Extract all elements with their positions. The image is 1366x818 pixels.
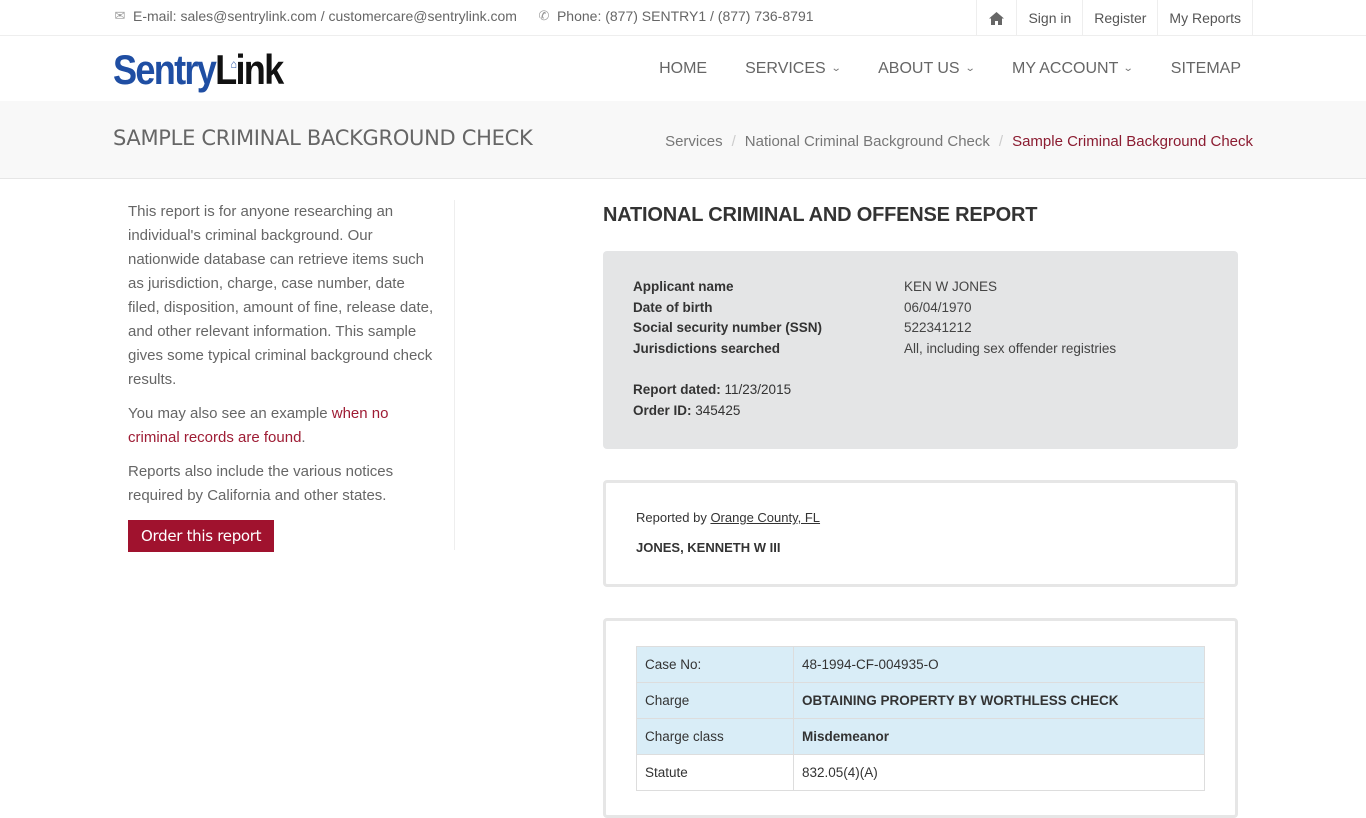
home-link[interactable]	[977, 0, 1018, 36]
summary-label: Applicant name	[633, 279, 734, 294]
record-value: 48-1994-CF-004935-O	[793, 646, 1205, 683]
wifi-icon: ⌂	[230, 57, 237, 71]
phone-text[interactable]: Phone: (877) SENTRY1 / (877) 736-8791	[557, 8, 814, 24]
order-id-label: Order ID:	[633, 403, 692, 418]
logo-part-sentry: Sentry	[113, 46, 217, 93]
summary-row: Jurisdictions searched All, including sex…	[633, 339, 1208, 360]
nav-services[interactable]: SERVICES ⌄	[745, 59, 842, 78]
account-links: Sign in Register My Reports	[976, 0, 1253, 36]
nav-home-label: HOME	[659, 59, 708, 77]
register-link[interactable]: Register	[1083, 0, 1159, 36]
table-row: Case No: 48-1994-CF-004935-O	[636, 646, 1205, 683]
nav-about-us[interactable]: ABOUT US ⌄	[878, 59, 976, 78]
summary-value: KEN W JONES	[904, 279, 998, 294]
record-label: Charge	[636, 682, 794, 719]
reporting-agency-card: Reported by Orange County, FL JONES, KEN…	[603, 480, 1238, 587]
phone-icon: ✆	[538, 8, 550, 23]
breadcrumb: Services / National Criminal Background …	[665, 133, 1253, 150]
nav-home[interactable]: HOME	[659, 60, 707, 78]
nav-about-label: ABOUT US	[878, 59, 960, 77]
record-label: Case No:	[636, 646, 794, 683]
example-text: You may also see an example when no crim…	[128, 402, 438, 450]
record-card: Case No: 48-1994-CF-004935-O Charge OBTAINI…	[603, 618, 1238, 818]
breadcrumb-national-check[interactable]: National Criminal Background Check	[745, 133, 990, 150]
nav-sitemap-label: SITEMAP	[1170, 59, 1241, 77]
breadcrumb-current: Sample Criminal Background Check	[1012, 133, 1253, 150]
record-value: 832.05(4)(A)	[793, 754, 1205, 791]
logo-link-text: Link	[215, 46, 284, 93]
report-dated-value: 11/23/2015	[724, 382, 792, 397]
breadcrumb-separator: /	[998, 133, 1004, 150]
order-report-button[interactable]: Order this report	[128, 520, 275, 552]
report-meta: Report dated: 11/23/2015 Order ID: 34542…	[633, 379, 1208, 421]
sidebar: This report is for anyone researching an…	[128, 200, 455, 552]
nav-sitemap[interactable]: SITEMAP	[1171, 60, 1241, 78]
email-text[interactable]: E-mail: sales@sentrylink.com / customerc…	[133, 8, 517, 24]
summary-row: Date of birth 06/04/1970	[633, 298, 1208, 319]
report-summary: Applicant name KEN W JONES Date of birth 0…	[603, 251, 1238, 449]
record-table: Case No: 48-1994-CF-004935-O Charge OBTAINI…	[636, 646, 1205, 791]
sign-in-link[interactable]: Sign in	[1017, 0, 1084, 36]
sentrylink-logo[interactable]: Sentry ⌂ Link	[113, 46, 284, 94]
envelope-icon: ✉	[114, 8, 126, 23]
contact-info: ✉ E-mail: sales@sentrylink.com / custome…	[113, 8, 814, 24]
site-header: Sentry ⌂ Link HOME SERVICES ⌄ ABOUT US ⌄ MY …	[0, 36, 1366, 101]
record-value: Misdemeanor	[793, 718, 1205, 755]
home-icon	[989, 11, 1005, 25]
summary-label: Jurisdictions searched	[633, 340, 781, 356]
reported-by: Reported by Orange County, FL	[636, 510, 1205, 525]
my-reports-link[interactable]: My Reports	[1158, 0, 1253, 36]
notices-text: Reports also include the various notices…	[128, 463, 394, 504]
email-contact: ✉ E-mail: sales@sentrylink.com / custome…	[113, 8, 517, 24]
nav-services-label: SERVICES	[745, 59, 826, 77]
summary-row: Social security number (SSN) 522341212	[633, 318, 1208, 339]
table-row: Statute 832.05(4)(A)	[636, 754, 1205, 791]
chevron-down-icon: ⌄	[964, 63, 976, 74]
summary-label: Social security number (SSN)	[633, 320, 823, 335]
intro-text: This report is for anyone researching an…	[128, 203, 434, 388]
summary-value: 522341212	[904, 320, 972, 335]
summary-value: 06/04/1970	[904, 299, 972, 315]
example-prefix: You may also see an example	[128, 405, 332, 422]
breadcrumb-services[interactable]: Services	[665, 133, 723, 150]
reported-by-prefix: Reported by	[636, 510, 711, 525]
order-id-value: 345425	[695, 403, 741, 418]
table-row: Charge OBTAINING PROPERTY BY WORTHLESS CH…	[636, 682, 1205, 719]
report-main: NATIONAL CRIMINAL AND OFFENSE REPORT App…	[603, 200, 1238, 818]
order-id: Order ID: 345425	[633, 400, 1208, 421]
record-value: OBTAINING PROPERTY BY WORTHLESS CHECK	[793, 682, 1205, 719]
subject-name: JONES, KENNETH W III	[636, 540, 781, 555]
breadcrumb-separator: /	[731, 133, 736, 150]
phone-contact: ✆ Phone: (877) SENTRY1 / (877) 736-8791	[537, 8, 814, 24]
record-label: Statute	[636, 754, 794, 791]
nav-my-account[interactable]: MY ACCOUNT ⌄	[1011, 59, 1135, 78]
reporting-agency-link[interactable]: Orange County, FL	[710, 510, 820, 525]
summary-row: Applicant name KEN W JONES	[633, 277, 1208, 298]
table-row: Charge class Misdemeanor	[636, 718, 1205, 755]
logo-part-link: ⌂ Link	[215, 46, 284, 93]
report-dated: Report dated: 11/23/2015	[633, 379, 1208, 400]
nav-account-label: MY ACCOUNT	[1011, 59, 1119, 77]
page-title-band: SAMPLE CRIMINAL BACKGROUND CHECK Service…	[0, 101, 1366, 179]
top-bar: ✉ E-mail: sales@sentrylink.com / custome…	[0, 0, 1366, 36]
summary-value: All, including sex offender registries	[904, 340, 1117, 356]
main-nav: HOME SERVICES ⌄ ABOUT US ⌄ MY ACCOUNT ⌄ SIT…	[621, 36, 1241, 101]
record-label: Charge class	[636, 718, 794, 755]
summary-label: Date of birth	[633, 299, 713, 315]
example-suffix: .	[301, 429, 306, 446]
report-title: NATIONAL CRIMINAL AND OFFENSE REPORT	[603, 204, 1038, 226]
page-title: SAMPLE CRIMINAL BACKGROUND CHECK	[113, 126, 533, 150]
chevron-down-icon: ⌄	[1123, 63, 1135, 74]
report-dated-label: Report dated:	[633, 382, 721, 397]
chevron-down-icon: ⌄	[830, 63, 842, 74]
